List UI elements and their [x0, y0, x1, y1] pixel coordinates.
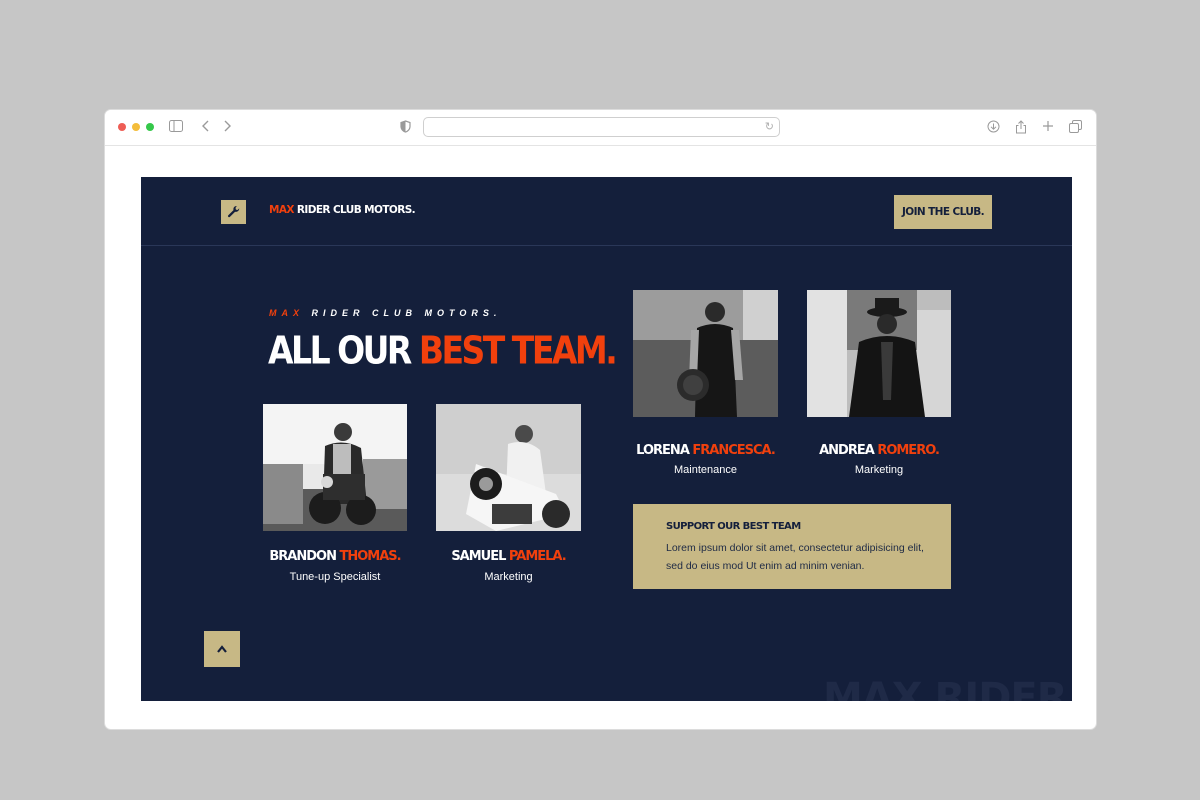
team-photo-brandon: [263, 404, 407, 531]
close-window-button[interactable]: [118, 123, 126, 131]
web-page: MAX RIDER CLUB MOTORS. JOIN THE CLUB. MA…: [141, 177, 1072, 701]
team-role-4: Marketing: [854, 464, 904, 476]
team-first-1: BRANDON: [269, 549, 340, 564]
support-box: SUPPORT OUR BEST TEAM Lorem ipsum dolor …: [633, 504, 951, 589]
hero-eyebrow: MAX RIDER CLUB MOTORS.: [269, 308, 501, 318]
support-title: SUPPORT OUR BEST TEAM: [666, 521, 801, 532]
title-accent: BEST TEAM.: [418, 328, 618, 373]
reload-icon[interactable]: ↻: [765, 120, 774, 133]
eyebrow-rest: RIDER CLUB MOTORS.: [304, 308, 502, 318]
team-name-1: BRANDON THOMAS.: [263, 549, 407, 564]
brand-accent: MAX: [269, 204, 294, 216]
new-tab-icon[interactable]: [1040, 120, 1056, 135]
privacy-shield-icon[interactable]: [397, 120, 413, 136]
team-photo-samuel: [436, 404, 581, 531]
background-watermark: MAX RIDER: [823, 675, 1068, 701]
team-first-2: SAMUEL: [451, 549, 509, 564]
join-club-button[interactable]: JOIN THE CLUB.: [894, 195, 992, 229]
page-title: ALL OUR BEST TEAM.: [268, 328, 618, 373]
eyebrow-accent: MAX: [269, 308, 304, 318]
address-bar[interactable]: ↻: [423, 117, 780, 137]
share-icon[interactable]: [1013, 120, 1029, 137]
browser-toolbar: ↻: [105, 110, 1096, 146]
site-header: MAX RIDER CLUB MOTORS. JOIN THE CLUB.: [141, 177, 1072, 246]
logo[interactable]: [221, 200, 246, 224]
team-name-3: LORENA FRANCESCA.: [633, 443, 778, 458]
sidebar-toggle-icon[interactable]: [168, 120, 184, 135]
team-name-2: SAMUEL PAMELA.: [436, 549, 581, 564]
download-icon[interactable]: [985, 120, 1001, 136]
team-last-3: FRANCESCA.: [692, 443, 775, 458]
team-last-4: ROMERO.: [877, 443, 940, 458]
tab-overview-icon[interactable]: [1067, 120, 1083, 136]
team-first-3: LORENA: [636, 443, 693, 458]
team-photo-lorena: [633, 290, 778, 417]
forward-icon[interactable]: [219, 120, 235, 135]
team-role-3: Maintenance: [674, 464, 737, 476]
minimize-window-button[interactable]: [132, 123, 140, 131]
team-first-4: ANDREA: [819, 443, 878, 458]
scroll-top-button[interactable]: [204, 631, 240, 667]
team-role-2: Marketing: [484, 571, 533, 583]
title-white: ALL OUR: [268, 328, 419, 373]
back-icon[interactable]: [198, 120, 214, 135]
chevron-up-icon: [217, 645, 227, 653]
team-last-2: PAMELA.: [508, 549, 567, 564]
wrench-icon: [227, 205, 239, 218]
team-last-1: THOMAS.: [339, 549, 402, 564]
team-name-4: ANDREA ROMERO.: [807, 443, 951, 458]
browser-window: ↻ MAX RIDER CLUB MOTORS. JOIN THE CLUB.: [104, 109, 1097, 730]
maximize-window-button[interactable]: [146, 123, 154, 131]
support-body: Lorem ipsum dolor sit amet, consectetur …: [666, 542, 924, 572]
team-photo-andrea: [807, 290, 951, 417]
brand-name[interactable]: MAX RIDER CLUB MOTORS.: [269, 204, 416, 216]
team-role-1: Tune-up Specialist: [289, 571, 381, 583]
brand-rest: RIDER CLUB MOTORS.: [293, 204, 416, 216]
